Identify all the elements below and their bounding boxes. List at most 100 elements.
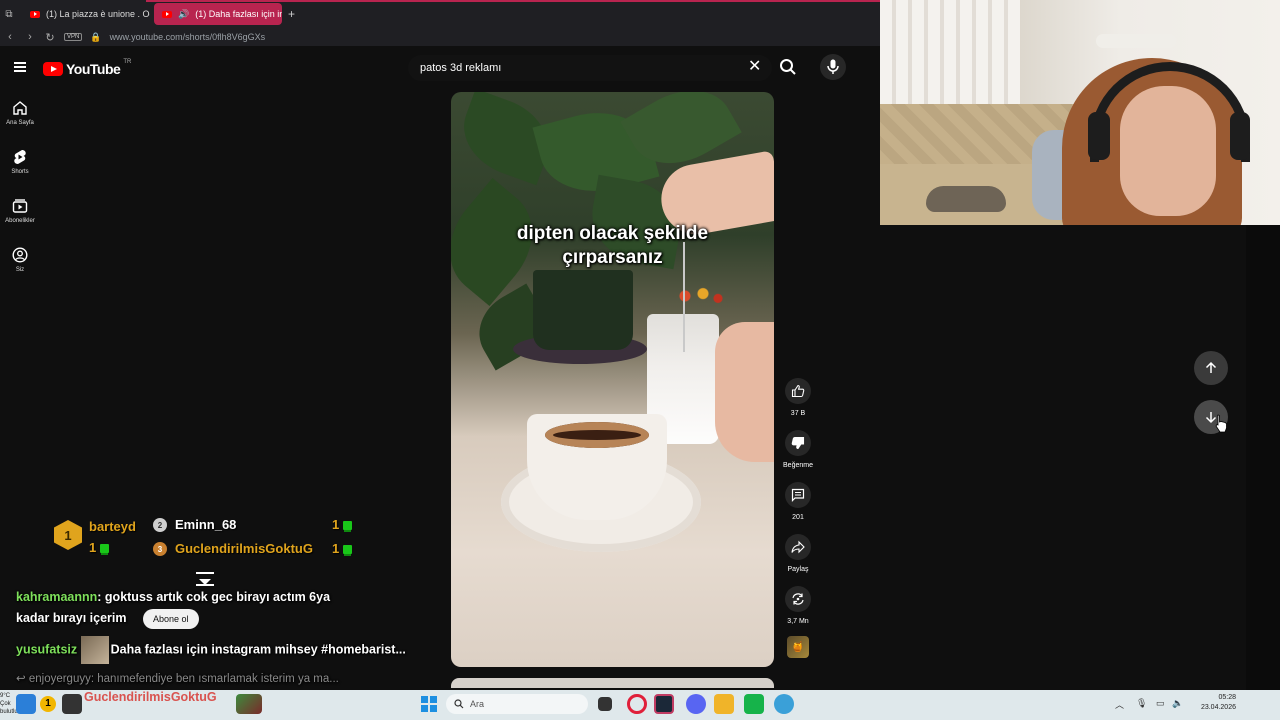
tab-title: (1) La piazza è unione . Og: [46, 9, 150, 19]
gem-icon: [343, 521, 353, 530]
volume-icon[interactable]: 🔈: [1172, 698, 1183, 709]
speaker-icon: 🔊: [178, 8, 190, 19]
youtube-wordmark: YouTube: [66, 61, 121, 77]
browser-tab[interactable]: (1) La piazza è unione . Og: [22, 3, 150, 25]
arrow-up-icon: [1205, 361, 1217, 373]
nav-item-you[interactable]: Siz: [0, 243, 40, 292]
count-text: 1: [332, 517, 340, 532]
thumbs-down-icon: [791, 436, 805, 450]
dislike-action: Beğenme: [782, 430, 814, 482]
app-icon[interactable]: [62, 694, 82, 714]
network-icon[interactable]: ▭: [1156, 698, 1165, 709]
settings-icon[interactable]: [774, 694, 794, 714]
search-icon: [454, 699, 464, 709]
video-caption: dipten olacak şekilde çırparsanız: [451, 222, 774, 270]
chat-username: kahramaannn: [16, 590, 98, 604]
browser-tab-active[interactable]: 🔊 (1) Daha fazlası için ins: [154, 3, 282, 25]
tab-menu-icon[interactable]: ⧉: [0, 0, 18, 28]
forward-icon[interactable]: ›: [24, 31, 36, 43]
reply-icon: ↩: [16, 673, 29, 685]
chat-text: : goktuss artık cok gec birayı actım 6ya: [97, 590, 331, 604]
youtube-favicon-icon: [162, 10, 172, 18]
folder-icon[interactable]: [714, 694, 734, 714]
nav-item-shorts[interactable]: Shorts: [0, 145, 40, 194]
leaderboard-overlay: 1 barteyd 1 2 Eminn_68 1 3 Guclendirilmi…: [54, 516, 374, 564]
discord-icon[interactable]: [686, 694, 706, 714]
home-icon: [13, 101, 27, 115]
search-icon[interactable]: [778, 57, 798, 77]
like-action: 37 B: [782, 378, 814, 430]
taskbar-username: GuclendirilmisGoktuG: [84, 690, 217, 704]
headphone-cup: [1088, 112, 1110, 160]
app-icon[interactable]: [16, 694, 36, 714]
short-actions: 37 B Beğenme 201 Paylaş 3,7 Mn: [782, 378, 814, 638]
remix-button[interactable]: [785, 586, 811, 612]
mouse-cursor-icon: [1215, 414, 1227, 433]
youtube-logo[interactable]: YouTube TR: [43, 59, 132, 77]
game-icon[interactable]: [236, 694, 262, 714]
steam-icon[interactable]: [654, 694, 674, 714]
caption-line: dipten olacak şekilde: [516, 223, 709, 244]
windows-start-icon[interactable]: [421, 696, 437, 712]
shelf: [1096, 34, 1176, 48]
right-dark-panel: [1246, 225, 1280, 690]
region-code: TR: [123, 59, 132, 65]
share-label: Paylaş: [787, 566, 809, 573]
url-field[interactable]: www.youtube.com/shorts/0flh8V6gGXs: [110, 32, 266, 42]
left-nav: Ana Sayfa Shorts Abonelikler Siz: [0, 96, 40, 292]
flowers: [667, 284, 727, 308]
search-query-text: patos 3d reklamı: [420, 62, 502, 74]
system-clock[interactable]: 05:28 23.04.2026: [1186, 693, 1236, 713]
new-tab-button[interactable]: +: [288, 7, 295, 21]
back-icon[interactable]: ‹: [4, 31, 16, 43]
nav-label: Shorts: [11, 169, 29, 175]
count-text: 1: [89, 540, 97, 555]
opera-icon[interactable]: [627, 694, 647, 714]
comment-button[interactable]: [785, 482, 811, 508]
hand: [715, 322, 774, 462]
gem-icon: [343, 545, 353, 554]
headphone-cup: [1230, 112, 1250, 160]
nav-item-subscriptions[interactable]: Abonelikler: [0, 194, 40, 243]
reload-icon[interactable]: ↻: [44, 31, 56, 44]
tray-chevron-icon[interactable]: ︿: [1115, 698, 1124, 711]
weather-widget[interactable]: 9°C Çok bulutlu: [0, 692, 18, 716]
remix-action: 3,7 Mn: [782, 586, 814, 638]
shorts-icon: [14, 150, 26, 164]
subscribe-button[interactable]: Abone ol: [143, 609, 199, 629]
leader-first-name: barteyd: [89, 519, 136, 534]
sleeping-cat: [926, 186, 1006, 212]
nav-label: Ana Sayfa: [6, 120, 34, 126]
taskbar-search[interactable]: Ara: [446, 694, 588, 714]
curtain: [880, 0, 1020, 110]
youtube-play-icon: [43, 62, 63, 76]
chat-message: kadar bırayı içerim: [16, 611, 126, 625]
sound-avatar[interactable]: 🍯: [787, 636, 809, 658]
notification-badge[interactable]: 1: [40, 696, 56, 712]
leader-third-name: GuclendirilmisGoktuG: [175, 541, 313, 556]
chat-text: : hanımefendiye ben ısmarlamak isterim y…: [90, 673, 339, 685]
taskview-icon[interactable]: [598, 697, 612, 711]
vpn-badge[interactable]: VPN: [64, 33, 83, 41]
nav-label: Siz: [15, 267, 25, 273]
microphone-icon[interactable]: [820, 54, 846, 80]
search-input[interactable]: patos 3d reklamı: [408, 55, 772, 81]
short-video-player[interactable]: dipten olacak şekilde çırparsanız: [451, 92, 774, 667]
next-short-preview[interactable]: [451, 678, 774, 688]
leader-second-count: 1: [332, 517, 353, 532]
address-bar: ‹ › ↻ VPN 🔒 www.youtube.com/shorts/0flh8…: [0, 28, 880, 46]
silver-medal-icon: 2: [153, 518, 167, 532]
nav-item-home[interactable]: Ana Sayfa: [0, 96, 40, 145]
previous-short-button[interactable]: [1194, 351, 1228, 385]
hamburger-menu-icon[interactable]: [14, 62, 26, 72]
microphone-tray-icon[interactable]: 🎙: [1136, 698, 1147, 709]
thumbs-up-icon: [791, 384, 805, 398]
app-icon[interactable]: [744, 694, 764, 714]
dislike-button[interactable]: [785, 430, 811, 456]
active-tab-accent: [146, 0, 880, 2]
share-button[interactable]: [785, 534, 811, 560]
caption-line: çırparsanız: [562, 247, 663, 268]
clear-search-icon[interactable]: ✕: [748, 59, 761, 75]
browser-tab-bar: ⧉ (1) La piazza è unione . Og 🔊 (1) Daha…: [0, 0, 880, 28]
like-button[interactable]: [785, 378, 811, 404]
